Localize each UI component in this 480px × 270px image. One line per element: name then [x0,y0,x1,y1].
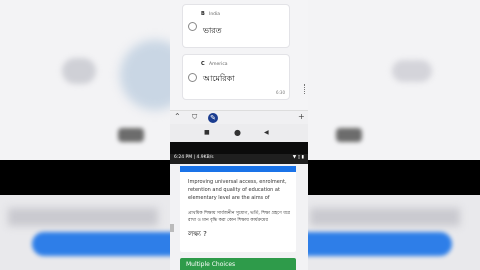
question-card: Improving universal access, enrolment, r… [180,166,296,252]
option-c-card[interactable]: C America আমেরিকা 6:30 [182,54,290,100]
background-blur [392,60,432,82]
recents-icon[interactable]: ■ [204,129,210,136]
back-icon[interactable]: ◀ [264,129,269,136]
chevron-up-icon[interactable]: ⌃ [174,112,181,121]
option-c-bengali: আমেরিকা [203,74,235,83]
question-text-bengali-end: লক্ষ্য ? [188,230,207,238]
background-blur [336,128,362,142]
side-handle[interactable] [170,224,174,232]
option-c-radio[interactable] [188,73,197,82]
status-bar: 6:24 PM | 4.9KB/s ▼ ▯ ▮ [170,154,308,164]
question-text-english: Improving universal access, enrolment, r… [188,179,287,201]
option-c-time: 6:30 [276,90,285,95]
question-card-accent [180,166,296,172]
active-app-icon[interactable]: ✎ [208,113,218,123]
question-text-bengali: প্রাথমিক শিক্ষায় সার্বজনীন সুযোগ, ভর্তি… [188,211,291,223]
background-blur [310,208,460,226]
phone-screen: B India ভারত C America আমেরিকা 6:30 ⌃ ⛉ … [170,0,308,270]
option-b-radio[interactable] [188,22,197,31]
option-b-letter: B [201,11,205,17]
status-time: 6:24 PM | 4.9KB/s [174,155,214,160]
home-icon[interactable]: ● [234,128,241,137]
background-blur [62,58,96,84]
option-b-bengali: ভারত [203,26,222,35]
option-b-english: India [209,12,221,17]
question-type-label: Multiple Choices [186,261,236,268]
shield-icon[interactable]: ⛉ [192,113,197,122]
plus-icon[interactable]: + [298,112,305,121]
quiz-options-panel: B India ভারত C America আমেরিকা 6:30 [170,0,308,110]
option-c-english: America [209,62,228,67]
option-c-letter: C [201,61,205,67]
screen-divider [170,142,308,154]
question-type-chip[interactable]: Multiple Choices [180,258,296,270]
question-panel: Improving universal access, enrolment, r… [170,164,308,270]
background-blur [118,128,144,142]
bottom-toolbar: ⌃ ⛉ ✎ + [170,110,308,125]
background-blur [8,208,158,226]
scroll-indicator[interactable] [304,84,308,94]
android-nav-bar: ■ ● ◀ [170,124,308,142]
option-b-card[interactable]: B India ভারত [182,4,290,48]
status-icons: ▼ ▯ ▮ [292,155,304,160]
